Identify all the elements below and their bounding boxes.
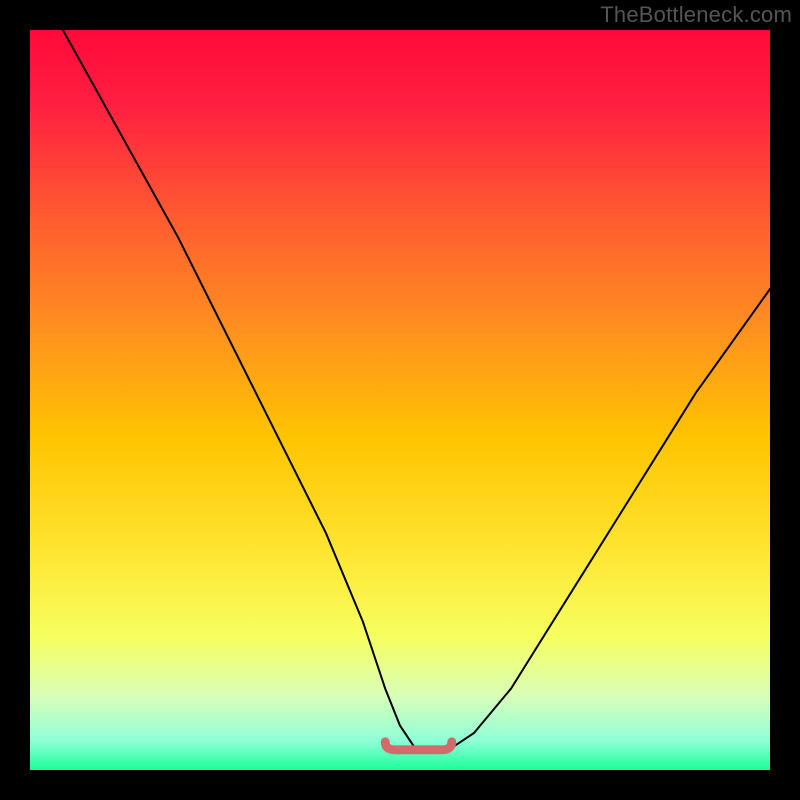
watermark-text: TheBottleneck.com bbox=[600, 2, 792, 28]
plot-area bbox=[30, 30, 770, 770]
gradient-background bbox=[30, 30, 770, 770]
bottleneck-chart bbox=[30, 30, 770, 770]
outer-frame: TheBottleneck.com bbox=[0, 0, 800, 800]
